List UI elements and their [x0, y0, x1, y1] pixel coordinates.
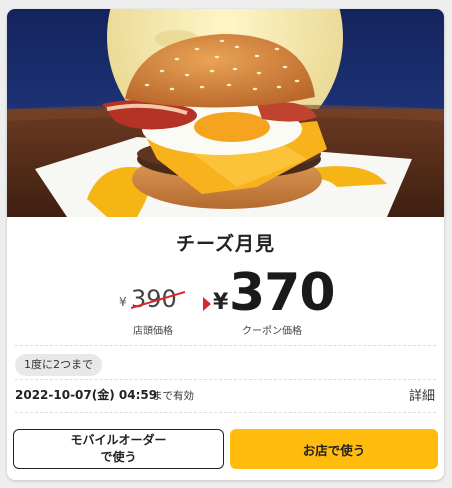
details-link[interactable]: 詳細: [409, 385, 435, 404]
price-section: ¥ 390 店頭価格 ¥ 370 クーポン価格: [7, 263, 444, 347]
coupon-price-currency: ¥: [213, 290, 229, 315]
mobile-order-label-line1: モバイルオーダー: [70, 433, 167, 447]
regular-price-label: 店頭価格: [133, 326, 173, 337]
arrow-right-icon: [203, 297, 211, 311]
use-in-store-label: お店で使う: [302, 442, 366, 458]
product-name: チーズ月見: [175, 233, 276, 255]
limit-badge: 1度に2つまで: [15, 354, 102, 376]
mobile-order-button[interactable]: モバイルオーダー で使う: [13, 429, 224, 469]
product-image: [7, 9, 444, 217]
expiry-suffix: まで有効: [152, 390, 194, 402]
divider: [15, 345, 436, 346]
coupon-price-label: クーポン価格: [242, 326, 302, 337]
mobile-order-label-line2: で使う: [100, 450, 137, 464]
expiry-date: 2022-10-07(金) 04:59: [15, 388, 158, 402]
strikethrough-icon: [131, 291, 185, 309]
coupon-price-value: 370: [229, 263, 336, 323]
divider: [15, 379, 436, 380]
use-in-store-button[interactable]: お店で使う: [230, 429, 438, 469]
regular-price-currency: ¥: [119, 295, 127, 309]
divider: [15, 412, 436, 413]
coupon-card: チーズ月見 ¥ 390 店頭価格 ¥ 370 クーポン価格 1度に2つまで 20…: [7, 9, 444, 480]
